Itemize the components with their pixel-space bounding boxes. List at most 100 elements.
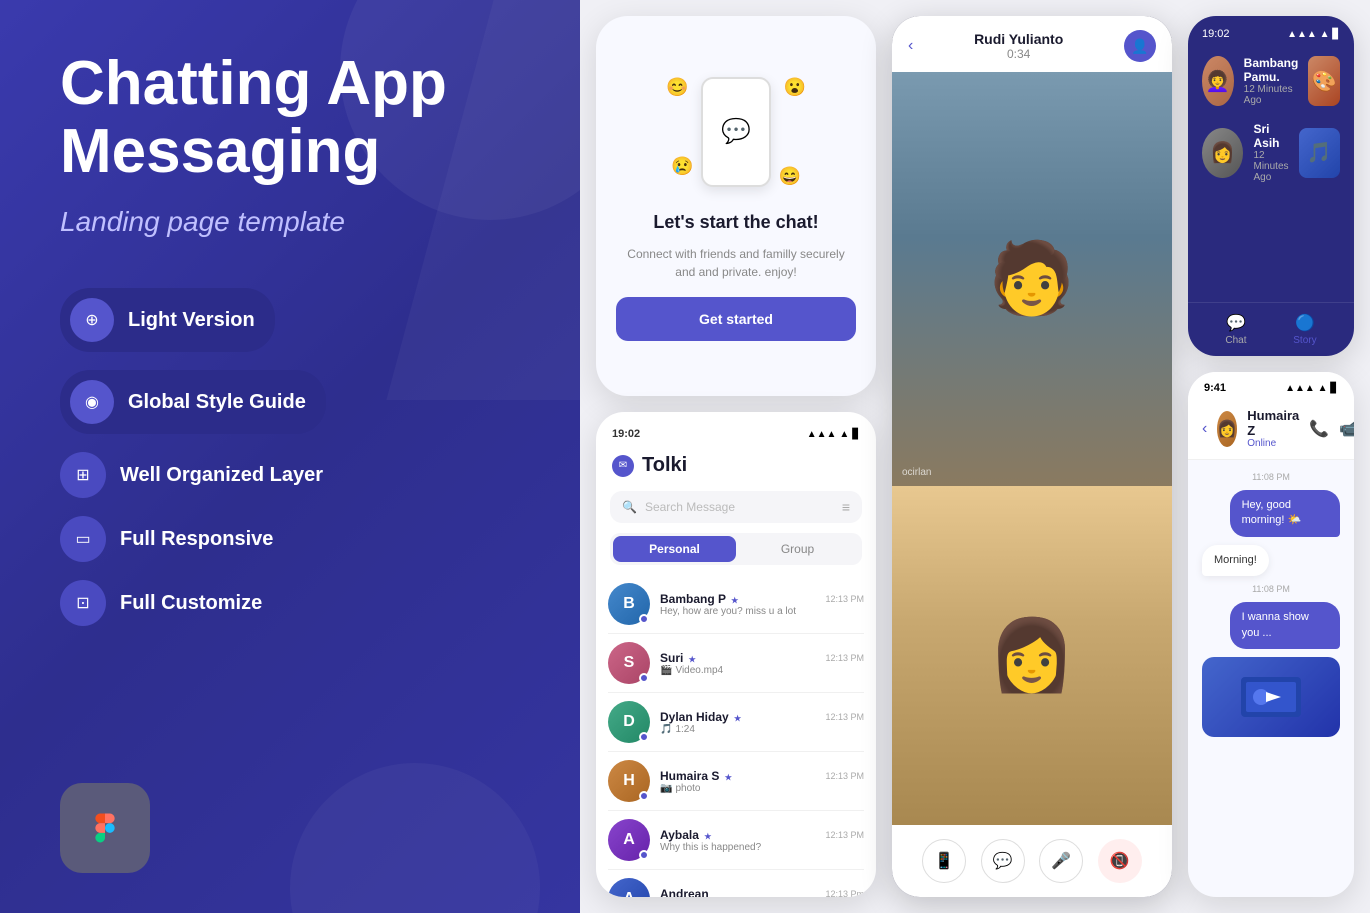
message-bubble-received: Morning! bbox=[1202, 545, 1269, 576]
dm-phone: 9:41 ▲▲▲ ▲ ▊ ‹ 👩 Humaira Z Online 📞 📹 ⋮ bbox=[1188, 372, 1354, 897]
feature-organized-layer[interactable]: ⊞ Well Organized Layer bbox=[60, 452, 530, 498]
message-row-received: Morning! bbox=[1202, 545, 1340, 576]
message-button[interactable]: 💬 bbox=[981, 839, 1025, 883]
chat-info: Bambang P ★ 12:13 PM Hey, how are you? m… bbox=[660, 592, 864, 617]
chat-time: 12:13 Pm bbox=[825, 889, 864, 898]
person-woman-photo: 👩 bbox=[892, 486, 1172, 825]
main-title: Chatting App Messaging bbox=[60, 50, 530, 186]
chat-status-bar: 19:02 ▲▲▲ ▲ ▊ bbox=[596, 412, 876, 448]
video-self-feed: 👩 bbox=[892, 486, 1172, 825]
welcome-title: Let's start the chat! bbox=[653, 212, 818, 233]
chat-name-row: Andrean 12:13 Pm bbox=[660, 887, 864, 898]
chat-nav-icon: 💬 bbox=[1226, 313, 1246, 333]
dm-status-icons: ▲▲▲ ▲ ▊ bbox=[1285, 383, 1338, 394]
layer-label: Well Organized Layer bbox=[120, 464, 323, 487]
caller-avatar-button[interactable]: 👤 bbox=[1124, 30, 1156, 62]
end-call-button[interactable]: 📵 bbox=[1098, 839, 1142, 883]
call-button[interactable]: 📞 bbox=[1309, 419, 1329, 439]
get-started-button[interactable]: Get started bbox=[616, 297, 856, 341]
story-avatar-1: 👩‍🦱 bbox=[1202, 56, 1234, 106]
avatar: A bbox=[608, 878, 650, 897]
online-indicator bbox=[639, 673, 649, 683]
emoji-illustration: 😊 😮 😢 😄 bbox=[666, 72, 806, 192]
chat-item[interactable]: A Aybala ★ 12:13 PM Why this is happened… bbox=[608, 811, 864, 870]
chat-info: Aybala ★ 12:13 PM Why this is happened? bbox=[660, 828, 864, 853]
wifi-icon: ▲ bbox=[839, 429, 849, 440]
chat-item[interactable]: H Humaira S ★ 12:13 PM 📷 photo bbox=[608, 752, 864, 811]
story-person-2[interactable]: 👩 Sri Asih 12 Minutes Ago 🎵 bbox=[1188, 114, 1354, 191]
tab-group[interactable]: Group bbox=[736, 536, 859, 562]
nav-chat[interactable]: 💬 Chat bbox=[1225, 313, 1246, 346]
left-panel: Chatting App Messaging Landing page temp… bbox=[0, 0, 580, 913]
col2: ‹ Rudi Yulianto 0:34 👤 🧑 ocirlan 👩 📱 💬 bbox=[892, 16, 1172, 897]
message-time-label: 11:08 PM bbox=[1202, 472, 1340, 482]
video-call-phone: ‹ Rudi Yulianto 0:34 👤 🧑 ocirlan 👩 📱 💬 bbox=[892, 16, 1172, 897]
figma-badge[interactable] bbox=[60, 783, 150, 873]
customize-label: Full Customize bbox=[120, 592, 262, 615]
col3: 19:02 ▲▲▲ ▲ ▊ 👩‍🦱 Bambang Pamu. 12 Minut… bbox=[1188, 16, 1354, 897]
wifi-icon: ▲ bbox=[1318, 383, 1328, 394]
light-version-icon: ⊕ bbox=[70, 298, 114, 342]
chat-preview: 🎬 Video.mp4 bbox=[660, 665, 864, 676]
message-bubble-sent: Hey, good morning! 🌤️ bbox=[1230, 490, 1340, 537]
chat-item[interactable]: S Suri ★ 12:13 PM 🎬 Video.mp4 bbox=[608, 634, 864, 693]
dm-person-status: Online bbox=[1247, 438, 1299, 449]
dm-person-name: Humaira Z bbox=[1247, 408, 1299, 438]
story-time-2: 12 Minutes Ago bbox=[1253, 150, 1288, 183]
chat-preview: 📷 photo bbox=[660, 783, 864, 794]
dm-person-avatar: 👩 bbox=[1217, 411, 1237, 447]
dm-back-button[interactable]: ‹ bbox=[1202, 420, 1207, 438]
story-photo-2: 🎵 bbox=[1299, 128, 1340, 178]
chat-item[interactable]: B Bambang P ★ 12:13 PM Hey, how are you?… bbox=[608, 575, 864, 634]
video-button[interactable]: 📹 bbox=[1339, 419, 1354, 439]
chat-name: Bambang P ★ bbox=[660, 592, 738, 606]
chat-name-row: Aybala ★ 12:13 PM bbox=[660, 828, 864, 842]
chat-preview: Hey, how are you? miss u a lot bbox=[660, 606, 864, 617]
feature-light-version[interactable]: ⊕ Light Version bbox=[60, 288, 530, 352]
image-preview-svg bbox=[1241, 677, 1301, 717]
battery-icon: ▊ bbox=[852, 429, 860, 440]
app-logo: ✉ bbox=[612, 455, 634, 477]
tab-personal[interactable]: Personal bbox=[613, 536, 736, 562]
layer-icon: ⊞ bbox=[60, 452, 106, 498]
chat-name-row: Bambang P ★ 12:13 PM bbox=[660, 592, 864, 606]
responsive-icon: ▭ bbox=[60, 516, 106, 562]
message-time-label-2: 11:08 PM bbox=[1202, 584, 1340, 594]
chat-items: B Bambang P ★ 12:13 PM Hey, how are you?… bbox=[596, 575, 876, 897]
phone-illustration bbox=[701, 77, 771, 187]
app-title-row: ✉ Tolki bbox=[596, 448, 876, 487]
right-panel: 😊 😮 😢 😄 Let's start the chat! Connect wi… bbox=[580, 0, 1370, 913]
caller-name: Rudi Yulianto bbox=[974, 31, 1063, 47]
feature-customize[interactable]: ⊡ Full Customize bbox=[60, 580, 530, 626]
back-button[interactable]: ‹ bbox=[908, 37, 913, 55]
search-bar[interactable]: 🔍 Search Message ≡ bbox=[610, 491, 862, 523]
screen-share-button[interactable]: 📱 bbox=[922, 839, 966, 883]
avatar-wrap: B bbox=[608, 583, 650, 625]
story-person-1[interactable]: 👩‍🦱 Bambang Pamu. 12 Minutes Ago 🎨 bbox=[1188, 48, 1354, 114]
battery-icon: ▊ bbox=[1330, 383, 1338, 394]
story-photo-1: 🎨 bbox=[1308, 56, 1340, 106]
light-version-label: Light Version bbox=[128, 309, 255, 332]
wifi-icon: ▲ bbox=[1320, 29, 1330, 40]
chat-info: Dylan Hiday ★ 12:13 PM 🎵 1:24 bbox=[660, 710, 864, 735]
search-placeholder: Search Message bbox=[645, 500, 735, 514]
chat-item[interactable]: A Andrean 12:13 Pm typing ... bbox=[608, 870, 864, 897]
call-timer: 0:34 bbox=[1007, 47, 1030, 61]
chat-name-row: Humaira S ★ 12:13 PM bbox=[660, 769, 864, 783]
dm-status-bar: 9:41 ▲▲▲ ▲ ▊ bbox=[1188, 372, 1354, 400]
nav-story[interactable]: 🔵 Story bbox=[1293, 313, 1316, 346]
chat-time: 19:02 bbox=[612, 428, 640, 440]
chat-info: Andrean 12:13 Pm typing ... bbox=[660, 887, 864, 898]
story-avatar-2: 👩 bbox=[1202, 128, 1243, 178]
feature-responsive[interactable]: ▭ Full Responsive bbox=[60, 516, 530, 562]
dm-header: ‹ 👩 Humaira Z Online 📞 📹 ⋮ bbox=[1188, 400, 1354, 460]
feature-global-style-guide[interactable]: ◉ Global Style Guide bbox=[60, 370, 530, 434]
story-time: 19:02 bbox=[1202, 28, 1230, 40]
chat-item[interactable]: D Dylan Hiday ★ 12:13 PM 🎵 1:24 bbox=[608, 693, 864, 752]
video-watermark: ocirlan bbox=[902, 467, 931, 478]
chat-info: Humaira S ★ 12:13 PM 📷 photo bbox=[660, 769, 864, 794]
online-indicator bbox=[639, 850, 649, 860]
message-row-image bbox=[1202, 657, 1340, 737]
mute-button[interactable]: 🎤 bbox=[1039, 839, 1083, 883]
chat-time: 12:13 PM bbox=[825, 594, 864, 604]
